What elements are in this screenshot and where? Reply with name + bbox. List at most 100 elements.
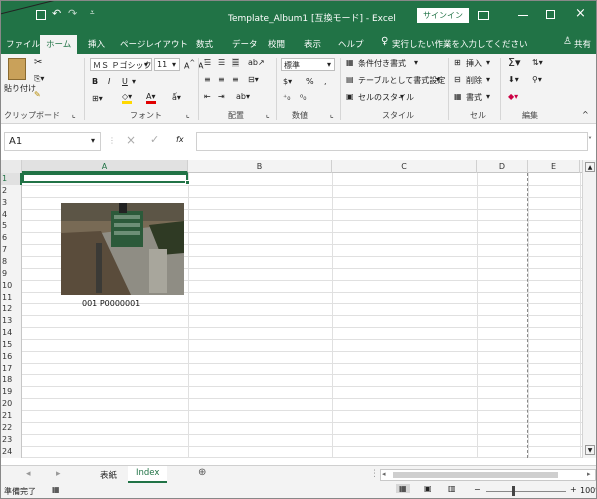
sheet-tab-cover[interactable]: 表紙	[100, 469, 117, 481]
scroll-right-icon[interactable]: ▸	[587, 470, 591, 478]
underline-button[interactable]: U	[122, 77, 128, 86]
tab-insert[interactable]: 挿入	[88, 38, 105, 50]
prev-sheet-icon[interactable]: ◂	[26, 469, 31, 479]
align-right-icon[interactable]: ≡	[232, 75, 239, 84]
tab-formulas[interactable]: 数式	[196, 38, 213, 50]
ribbon-display-icon[interactable]	[478, 11, 489, 20]
tell-me-box[interactable]: 実行したい作業を入力してください	[392, 38, 528, 50]
cell-styles-icon[interactable]: ▣	[346, 92, 354, 101]
conditional-format-button[interactable]: 条件付き書式	[358, 58, 406, 69]
format-cells-button[interactable]: 書式	[466, 92, 482, 103]
minimize-icon[interactable]	[518, 15, 528, 16]
border-icon[interactable]: ⊞▾	[92, 94, 103, 103]
clear-icon[interactable]: ◆▾	[508, 92, 518, 101]
photo-image[interactable]	[61, 203, 184, 295]
chevron-down-icon[interactable]: ▾	[486, 92, 490, 101]
insert-function-button[interactable]: fx	[176, 135, 184, 144]
zoom-out-icon[interactable]: −	[474, 485, 481, 494]
row-header-15[interactable]: 15	[0, 339, 22, 351]
clipboard-launcher-icon[interactable]: ⌞	[72, 110, 76, 119]
cut-icon[interactable]: ✂	[34, 57, 42, 68]
merge-center-icon[interactable]: ⊟▾	[248, 75, 259, 84]
font-name-select[interactable]: ＭＳ Ｐゴシック ▾	[90, 58, 152, 71]
align-top-icon[interactable]: ☰	[204, 58, 211, 67]
fill-handle[interactable]	[185, 180, 190, 185]
row-header-8[interactable]: 8	[0, 256, 22, 268]
scroll-thumb[interactable]	[393, 472, 558, 478]
row-header-9[interactable]: 9	[0, 268, 22, 280]
tab-view[interactable]: 表示	[304, 38, 321, 50]
phonetic-icon[interactable]: ǻ▾	[172, 93, 181, 102]
scroll-left-icon[interactable]: ◂	[382, 470, 386, 478]
decrease-indent-icon[interactable]: ⇤	[204, 92, 211, 101]
increase-indent-icon[interactable]: ⇥	[218, 92, 225, 101]
column-header-b[interactable]: B	[188, 160, 332, 173]
macro-record-icon[interactable]: ▦	[52, 485, 60, 494]
close-icon[interactable]: ×	[575, 6, 586, 21]
align-left-icon[interactable]: ≡	[204, 75, 211, 84]
number-format-select[interactable]: 標準 ▾	[281, 58, 335, 71]
column-header-e[interactable]: E	[528, 160, 580, 173]
normal-view-icon[interactable]: ▦	[396, 484, 410, 493]
select-all-corner[interactable]	[0, 160, 22, 173]
bold-button[interactable]: B	[92, 77, 98, 86]
tab-file[interactable]: ファイル	[6, 38, 40, 50]
chevron-down-icon[interactable]: ▾	[132, 77, 136, 86]
tab-split-icon[interactable]: ⋮	[370, 469, 379, 479]
alignment-launcher-icon[interactable]: ⌞	[266, 110, 270, 119]
share-person-icon[interactable]: ♙	[563, 36, 572, 47]
align-bottom-icon[interactable]: ☰	[232, 58, 240, 67]
tab-page-layout[interactable]: ページレイアウト	[120, 38, 188, 50]
tab-home[interactable]: ホーム	[40, 35, 78, 54]
page-layout-view-icon[interactable]: ▣	[424, 484, 432, 493]
share-button[interactable]: 共有	[574, 38, 591, 50]
tab-data[interactable]: データ	[232, 38, 258, 50]
add-sheet-icon[interactable]: ⊕	[198, 467, 206, 478]
name-box[interactable]: A1 ▾	[4, 132, 101, 151]
tab-help[interactable]: ヘルプ	[338, 38, 364, 50]
format-as-table-icon[interactable]: ▤	[346, 75, 354, 84]
row-header-10[interactable]: 10	[0, 280, 22, 292]
row-header-11[interactable]: 11	[0, 292, 22, 304]
row-header-4[interactable]: 4	[0, 209, 22, 221]
format-painter-icon[interactable]: ✎	[34, 90, 41, 99]
save-icon[interactable]	[36, 10, 46, 20]
chevron-down-icon[interactable]: ▾	[414, 58, 418, 67]
font-size-select[interactable]: 11 ▾	[154, 58, 180, 71]
fill-color-icon[interactable]: ◇▾	[122, 92, 133, 104]
active-cell-a1[interactable]	[22, 173, 188, 183]
zoom-slider-thumb[interactable]	[512, 486, 515, 496]
copy-icon[interactable]: ⎘▾	[34, 74, 44, 84]
chevron-down-icon[interactable]: ▾	[400, 92, 404, 101]
paste-button[interactable]: 貼り付け	[4, 83, 36, 94]
row-header-18[interactable]: 18	[0, 374, 22, 386]
row-header-23[interactable]: 23	[0, 434, 22, 446]
row-header-16[interactable]: 16	[0, 351, 22, 363]
row-header-13[interactable]: 13	[0, 315, 22, 327]
row-header-20[interactable]: 20	[0, 398, 22, 410]
chevron-down-icon[interactable]: ▾	[436, 75, 440, 84]
row-header-22[interactable]: 22	[0, 422, 22, 434]
row-header-14[interactable]: 14	[0, 327, 22, 339]
percent-icon[interactable]: %	[306, 77, 314, 86]
column-header-c[interactable]: C	[332, 160, 477, 173]
zoom-in-icon[interactable]: +	[570, 485, 577, 494]
chevron-down-icon[interactable]: ▾	[486, 75, 490, 84]
cell-styles-button[interactable]: セルのスタイル	[358, 92, 414, 103]
signin-button[interactable]: サインイン	[417, 8, 469, 23]
sort-filter-icon[interactable]: ⇅▾	[532, 58, 543, 67]
font-color-icon[interactable]: A▾	[146, 92, 156, 104]
delete-cells-icon[interactable]: ⊟	[454, 75, 461, 84]
row-header-5[interactable]: 5	[0, 220, 22, 232]
font-launcher-icon[interactable]: ⌞	[186, 110, 190, 119]
customize-icon[interactable]: ⩡	[90, 8, 95, 18]
worksheet-grid[interactable]: A B C D E 1 2 3 4 5 6 7 8 9 10 11 12 13 14 15 16 17 18 19 2…	[0, 160, 597, 458]
column-header-a[interactable]: A	[22, 160, 188, 173]
align-center-icon[interactable]: ≡	[218, 75, 225, 84]
orientation-icon[interactable]: ab↗	[248, 58, 265, 67]
autosum-icon[interactable]: Σ▾	[508, 56, 520, 69]
scroll-up-icon[interactable]: ▲	[585, 162, 595, 172]
redo-icon[interactable]: ↷	[68, 7, 77, 20]
tab-review[interactable]: 校閲	[268, 38, 285, 50]
zoom-slider[interactable]	[486, 491, 566, 492]
